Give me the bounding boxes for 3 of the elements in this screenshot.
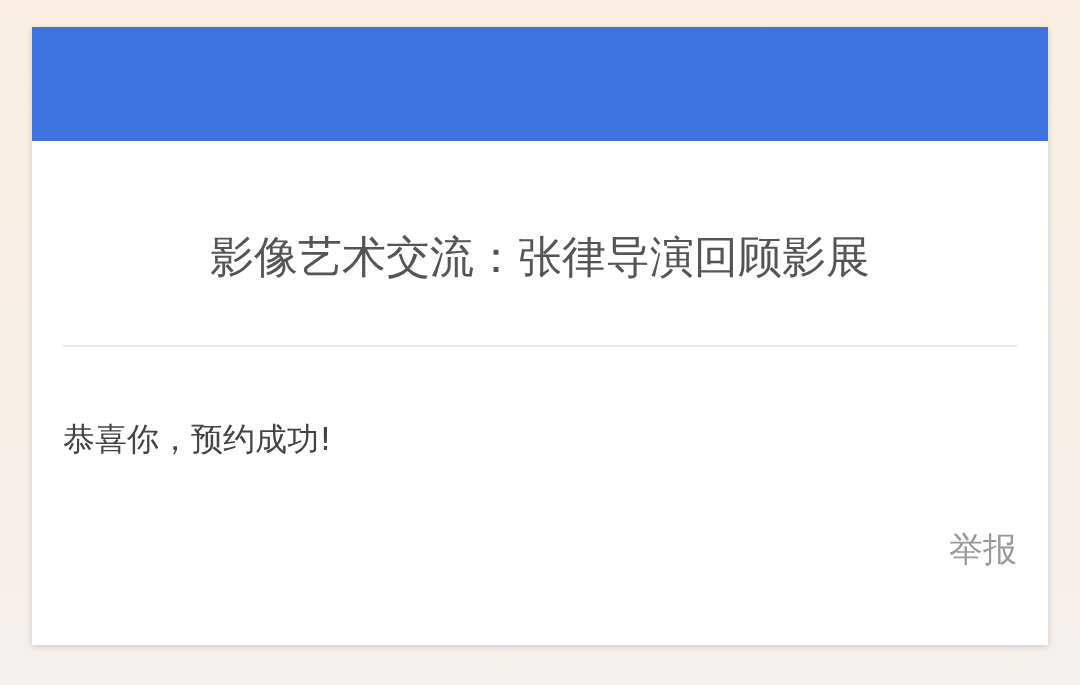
event-title: 影像艺术交流：张律导演回顾影展 xyxy=(209,230,871,284)
report-link[interactable]: 举报 xyxy=(949,527,1017,571)
success-message: 恭喜你，预约成功! xyxy=(63,419,333,460)
